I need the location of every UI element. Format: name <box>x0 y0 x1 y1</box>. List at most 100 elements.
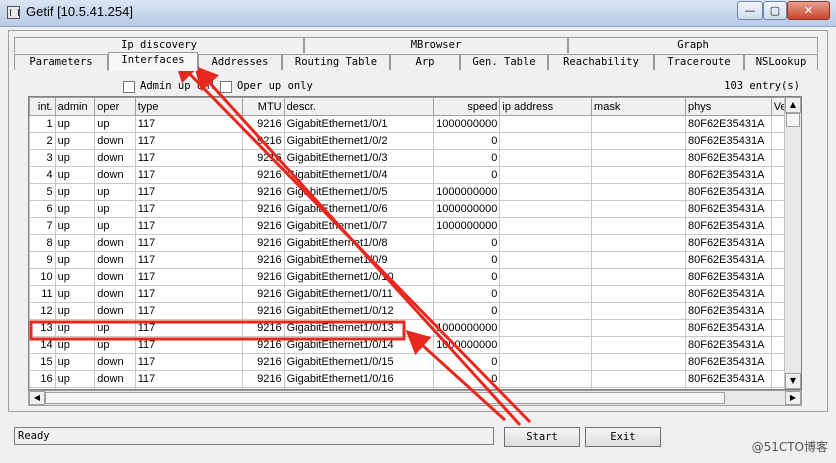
table-cell: 0 <box>433 353 501 371</box>
table-cell: GigabitEthernet1/0/12 <box>283 302 435 320</box>
admin-up-only-checkbox[interactable] <box>123 81 135 93</box>
minimize-button[interactable]: — <box>737 1 763 20</box>
table-cell: 117 <box>134 302 244 320</box>
table-row[interactable]: 15 up down 117 9216 GigabitEthernet1/0/15 0 80F… <box>29 353 801 371</box>
table-row[interactable]: 16 up down 117 9216 GigabitEthernet1/0/16 0 80F… <box>29 370 801 388</box>
phys-header[interactable]: phys <box>684 97 772 116</box>
tab-arp[interactable]: Arp <box>390 54 460 70</box>
tab-ip-discovery[interactable]: Ip discovery <box>14 37 304 53</box>
table-cell: GigabitEthernet1/0/3 <box>283 149 435 167</box>
table-cell: 117 <box>134 149 244 167</box>
admin-header[interactable]: admin <box>54 97 96 116</box>
table-row[interactable]: 3 up down 117 9216 GigabitEthernet1/0/3 0 80F62… <box>29 149 801 167</box>
table-cell <box>499 200 593 218</box>
title-bar: Getif [10.5.41.254] — ▢ ✕ <box>0 0 836 27</box>
exit-button[interactable]: Exit <box>585 427 661 447</box>
table-cell: down <box>94 149 136 167</box>
table-row[interactable]: 12 up down 117 9216 GigabitEthernet1/0/12 0 80F… <box>29 302 801 320</box>
table-cell: 117 <box>134 234 244 252</box>
tab-addresses[interactable]: Addresses <box>198 54 282 70</box>
start-button[interactable]: Start <box>504 427 580 447</box>
table-row[interactable]: 8 up down 117 9216 GigabitEthernet1/0/8 0 80F62… <box>29 234 801 252</box>
admin-up-only-label: Admin up onl <box>140 80 216 92</box>
table-row[interactable]: 2 up down 117 9216 GigabitEthernet1/0/2 0 80F62… <box>29 132 801 150</box>
tab-label: NSLookup <box>755 56 807 68</box>
table-row[interactable]: 14 up up 117 9216 GigabitEthernet1/0/14 100000… <box>29 336 801 354</box>
tab-routing-table[interactable]: Routing Table <box>282 54 390 70</box>
table-row[interactable]: 10 up down 117 9216 GigabitEthernet1/0/10 0 80F… <box>29 268 801 286</box>
table-cell: down <box>94 353 136 371</box>
table-cell: GigabitEthernet1/0/13 <box>283 319 435 337</box>
vertical-scrollbar[interactable]: ▲ ▼ <box>784 97 801 389</box>
close-button[interactable]: ✕ <box>787 1 830 20</box>
descr-header[interactable]: descr. <box>283 97 435 116</box>
oper-up-only-checkbox[interactable] <box>220 81 232 93</box>
horizontal-scrollbar[interactable]: ◀ ▶ <box>28 390 802 406</box>
table-cell: up <box>54 370 96 388</box>
table-cell: up <box>54 234 96 252</box>
table-cell: 0 <box>433 234 501 252</box>
maximize-button[interactable]: ▢ <box>763 1 787 20</box>
table-row[interactable]: 6 up up 117 9216 GigabitEthernet1/0/6 10000000… <box>29 200 801 218</box>
tab-label: Addresses <box>211 56 269 68</box>
tab-label: Arp <box>415 56 435 68</box>
table-cell <box>499 183 593 201</box>
table-row[interactable]: 4 up down 117 9216 GigabitEthernet1/0/4 0 80F62… <box>29 166 801 184</box>
oper-header[interactable]: oper <box>94 97 136 116</box>
tab-gen-table[interactable]: Gen. Table <box>460 54 548 70</box>
type-header[interactable]: type <box>134 97 244 116</box>
int-header[interactable]: int. <box>29 97 56 116</box>
interfaces-table[interactable]: int. admin oper type MTU descr. speed ip addres… <box>28 96 802 390</box>
table-cell <box>591 353 686 371</box>
scroll-right-icon[interactable]: ▶ <box>785 391 801 405</box>
table-cell: up <box>94 115 136 133</box>
mtu-header[interactable]: MTU <box>242 97 285 116</box>
scroll-up-icon[interactable]: ▲ <box>785 97 801 113</box>
table-cell: 80F62E35431A <box>684 234 772 252</box>
table-row[interactable]: 11 up down 117 9216 GigabitEthernet1/0/11 0 80F… <box>29 285 801 303</box>
table-cell: up <box>54 149 96 167</box>
tab-graph[interactable]: Graph <box>568 37 818 53</box>
table-cell <box>591 251 686 269</box>
tab-mbrowser[interactable]: MBrowser <box>304 37 568 53</box>
tab-interfaces[interactable]: Interfaces <box>108 52 198 71</box>
tab-label: Routing Table <box>294 56 378 68</box>
table-cell <box>591 115 686 133</box>
horizontal-scroll-thumb[interactable] <box>45 392 725 404</box>
table-cell: up <box>54 251 96 269</box>
table-row[interactable]: 5 up up 117 9216 GigabitEthernet1/0/5 10000000… <box>29 183 801 201</box>
table-cell: down <box>94 132 136 150</box>
ip-address-header[interactable]: ip address <box>499 97 593 116</box>
table-cell: GigabitEthernet1/0/9 <box>283 251 435 269</box>
scroll-down-icon[interactable]: ▼ <box>785 373 801 389</box>
table-cell: 9216 <box>242 319 285 337</box>
table-cell <box>591 302 686 320</box>
table-row[interactable]: 9 up down 117 9216 GigabitEthernet1/0/9 0 80F62… <box>29 251 801 269</box>
table-cell: 8 <box>29 234 56 252</box>
tab-label: Traceroute <box>667 56 731 68</box>
table-cell: 117 <box>134 217 244 235</box>
table-cell: 0 <box>433 149 501 167</box>
speed-header[interactable]: speed <box>433 97 501 116</box>
table-cell: 16 <box>29 370 56 388</box>
table-cell: up <box>94 319 136 337</box>
watermark-text: @51CTO博客 <box>751 440 828 454</box>
tab-reachability[interactable]: Reachability <box>548 54 654 70</box>
table-row[interactable]: 1 up up 117 9216 GigabitEthernet1/0/1 10000000… <box>29 115 801 133</box>
table-cell: 80F62E35431A <box>684 115 772 133</box>
table-cell: 0 <box>433 370 501 388</box>
table-cell: 10 <box>29 268 56 286</box>
scroll-thumb[interactable] <box>786 113 800 127</box>
table-cell: up <box>54 115 96 133</box>
scroll-left-icon[interactable]: ◀ <box>29 391 45 405</box>
table-cell: 1000000000 <box>433 183 501 201</box>
tab-traceroute[interactable]: Traceroute <box>654 54 744 70</box>
table-row[interactable]: 7 up up 117 9216 GigabitEthernet1/0/7 10000000… <box>29 217 801 235</box>
table-cell: 9216 <box>242 302 285 320</box>
table-cell: 117 <box>134 183 244 201</box>
tab-nslookup[interactable]: NSLookup <box>744 54 818 70</box>
tab-parameters[interactable]: Parameters <box>14 54 108 70</box>
table-row[interactable]: 13 up up 117 9216 GigabitEthernet1/0/13 100000… <box>29 319 801 337</box>
mask-header[interactable]: mask <box>591 97 686 116</box>
table-cell: 0 <box>433 268 501 286</box>
